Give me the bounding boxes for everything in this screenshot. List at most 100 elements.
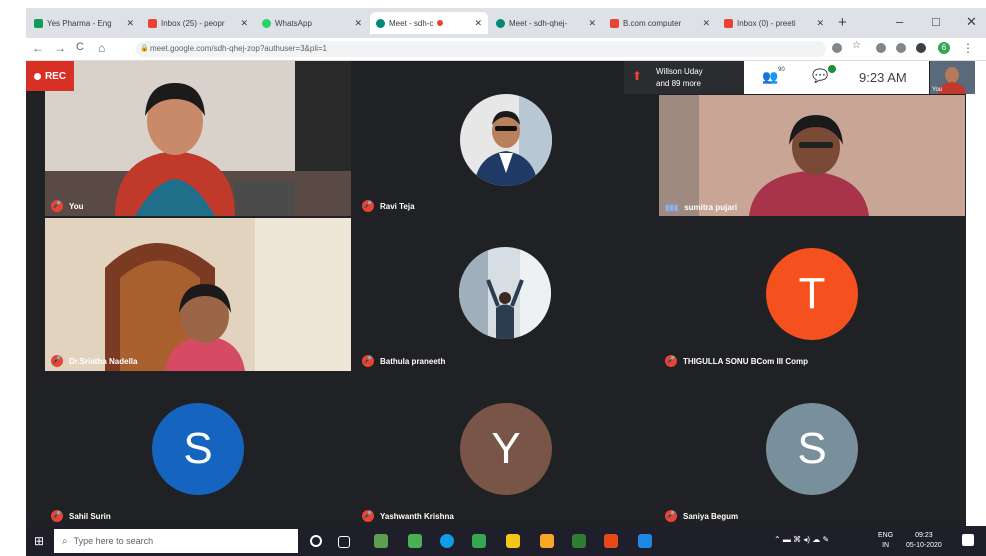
menu-dots-icon[interactable]: ⋮	[962, 41, 974, 55]
windows-taskbar: ⊞ ⌕ Type here to search ⌃ ▬ ⌘ ◂) ☁ ✎ ENG…	[26, 526, 986, 556]
address-bar-row: ← → C ⌂ 🔒 meet.google.com/sdh-qhej-zop?a…	[26, 38, 986, 61]
recording-badge: REC	[26, 61, 74, 91]
search-icon: ⌕	[62, 535, 68, 547]
task-view-icon[interactable]	[338, 536, 350, 548]
participant-avatar: S	[152, 403, 244, 495]
mic-muted-icon: 🎤	[362, 510, 374, 522]
presenter-info[interactable]: ⬆ Willson Uday and 89 more	[624, 61, 744, 94]
gmail-favicon-icon	[724, 18, 733, 28]
excel-icon[interactable]	[572, 534, 586, 548]
meet-grid: 🎤 You 🎤 Ravi Teja ▮▮▮ sumitra pujari 🎤 D…	[26, 61, 966, 526]
tray-icons[interactable]: ⌃ ▬ ⌘ ◂) ☁ ✎	[774, 535, 829, 544]
chat-notification-badge	[828, 65, 836, 73]
extension-icon[interactable]	[896, 43, 906, 53]
reload-icon[interactable]: C	[76, 41, 84, 53]
image-app-icon[interactable]	[408, 534, 422, 548]
participant-name: 🎤 Sahil Surin	[51, 510, 111, 522]
participant-name: 🎤 Saniya Begum	[665, 510, 739, 522]
puzzle-icon[interactable]	[916, 43, 926, 53]
close-tab-icon[interactable]: ✕	[470, 18, 482, 29]
record-dot-icon	[33, 72, 41, 80]
speaking-indicator-icon: ▮▮▮	[665, 203, 679, 212]
participant-name: 🎤 You	[51, 200, 84, 212]
chat-icon[interactable]: 💬	[812, 68, 828, 84]
store-icon[interactable]	[506, 534, 520, 548]
forward-arrow-icon[interactable]: →	[54, 41, 66, 55]
recording-dot-icon	[437, 20, 444, 26]
browser-tab[interactable]: Yes Pharma - Eng ✕	[28, 12, 140, 34]
participant-tile[interactable]: 🎤 You	[45, 61, 351, 216]
whatsapp-favicon-icon	[262, 18, 271, 28]
app-icon[interactable]	[472, 534, 486, 548]
sheets-favicon-icon	[34, 18, 43, 28]
word-icon[interactable]	[638, 534, 652, 548]
participant-avatar: Y	[460, 403, 552, 495]
browser-tab-bar: Yes Pharma - Eng ✕ Inbox (25) - peopr ✕ Wh…	[26, 8, 986, 38]
browser-tab[interactable]: Meet - sdh-qhej- ✕	[490, 12, 602, 34]
mic-muted-icon: 🎤	[665, 510, 677, 522]
participant-name: 🎤 Ravi Teja	[362, 200, 415, 212]
close-tab-icon[interactable]: ✕	[122, 18, 134, 29]
extension-icon[interactable]	[876, 43, 886, 53]
maximize-button[interactable]: □	[932, 14, 940, 29]
close-window-button[interactable]: ✕	[966, 14, 977, 30]
meet-favicon-icon	[376, 18, 385, 28]
mic-muted-icon: 🎤	[51, 200, 63, 212]
system-clock[interactable]: 09:23 05-10-2020	[906, 531, 942, 551]
video-feed	[45, 218, 351, 371]
photos-app-icon[interactable]	[374, 534, 388, 548]
file-explorer-icon[interactable]	[540, 534, 554, 548]
participant-name: 🎤 Bathula praneeth	[362, 355, 446, 367]
close-tab-icon[interactable]: ✕	[812, 18, 824, 29]
edge-icon[interactable]	[440, 534, 454, 548]
browser-tab[interactable]: WhatsApp ✕	[256, 12, 368, 34]
mic-muted-icon: 🎤	[51, 355, 63, 367]
participant-tile[interactable]: 🎤 Dr.Sriatha Nadella	[45, 218, 351, 371]
back-arrow-icon[interactable]: ←	[32, 41, 44, 55]
browser-tab-active[interactable]: Meet - sdh-c ✕	[370, 12, 488, 34]
browser-tab[interactable]: B.com computer ✕	[604, 12, 716, 34]
participant-tile[interactable]: S 🎤 Saniya Begum	[659, 373, 965, 526]
participant-tile[interactable]: 🎤 Ravi Teja	[356, 61, 656, 216]
powerpoint-icon[interactable]	[604, 534, 618, 548]
language-indicator[interactable]: ENG IN	[878, 531, 893, 551]
profile-avatar[interactable]: 6	[938, 42, 950, 54]
mic-muted-icon: 🎤	[362, 355, 374, 367]
cortana-icon[interactable]	[310, 535, 322, 547]
lock-icon: 🔒	[140, 45, 149, 52]
meeting-time: 9:23 AM	[859, 70, 907, 85]
taskbar-search-box[interactable]: ⌕ Type here to search	[54, 529, 298, 553]
participant-tile[interactable]: ▮▮▮ sumitra pujari	[659, 95, 965, 216]
video-feed	[45, 61, 351, 216]
close-tab-icon[interactable]: ✕	[698, 18, 710, 29]
participant-tile[interactable]: T 🎤 THIGULLA SONU BCom III Comp	[659, 218, 965, 371]
windows-start-icon[interactable]: ⊞	[26, 526, 52, 556]
participant-tile[interactable]: Y 🎤 Yashwanth Krishna	[356, 373, 656, 526]
browser-tab[interactable]: Inbox (0) - preeti ✕	[718, 12, 830, 34]
browser-tab[interactable]: Inbox (25) - peopr ✕	[142, 12, 254, 34]
notifications-icon[interactable]	[962, 534, 974, 546]
gmail-favicon-icon	[610, 18, 619, 28]
participant-tile[interactable]: S 🎤 Sahil Surin	[45, 373, 351, 526]
people-icon[interactable]: 👥	[762, 69, 778, 85]
profile-photo	[460, 94, 552, 186]
meet-top-bar: 👥 90 💬 9:23 AM	[744, 61, 929, 94]
self-view-thumbnail[interactable]: You	[930, 61, 975, 94]
mic-muted-icon: 🎤	[51, 510, 63, 522]
minimize-button[interactable]: –	[896, 14, 903, 29]
camera-icon[interactable]	[832, 43, 842, 53]
participant-name: 🎤 THIGULLA SONU BCom III Comp	[665, 355, 809, 367]
participant-avatar: T	[766, 248, 858, 340]
new-tab-button[interactable]: +	[838, 14, 847, 31]
video-feed	[659, 95, 965, 216]
close-tab-icon[interactable]: ✕	[350, 18, 362, 29]
close-tab-icon[interactable]: ✕	[584, 18, 596, 29]
mic-muted-icon: 🎤	[665, 355, 677, 367]
star-icon[interactable]: ☆	[852, 40, 862, 51]
close-tab-icon[interactable]: ✕	[236, 18, 248, 29]
mic-muted-icon: 🎤	[362, 200, 374, 212]
home-icon[interactable]: ⌂	[98, 41, 105, 55]
participant-tile[interactable]: 🎤 Bathula praneeth	[356, 218, 656, 371]
url-field[interactable]: 🔒 meet.google.com/sdh-qhej-zop?authuser=…	[136, 41, 826, 57]
participant-name: 🎤 Dr.Sriatha Nadella	[51, 355, 138, 367]
